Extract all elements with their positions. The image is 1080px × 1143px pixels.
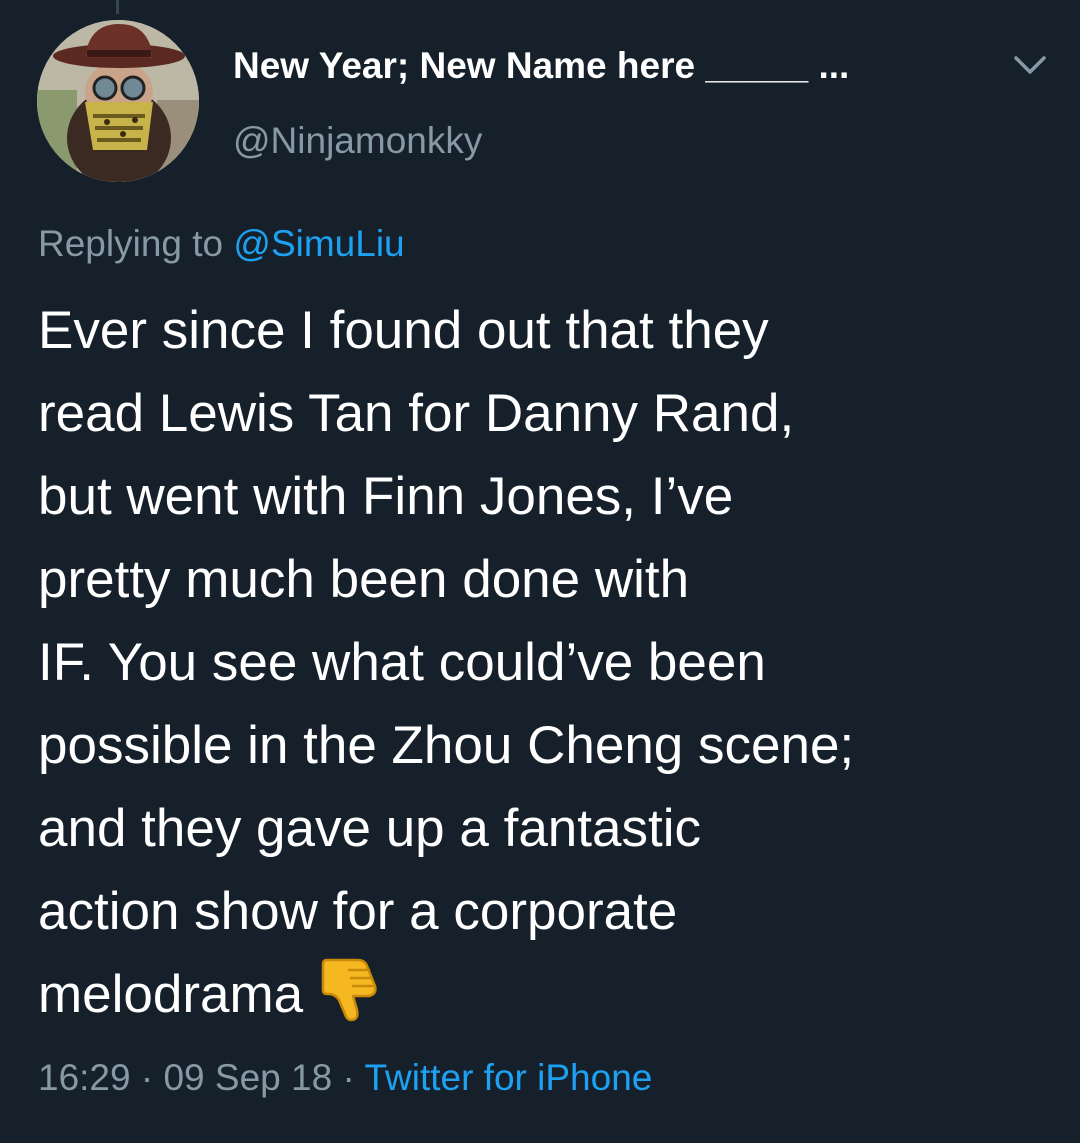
tweet-date: 09 Sep 18 <box>163 1057 333 1098</box>
display-name[interactable]: New Year; New Name here _____ ... <box>233 44 849 88</box>
chevron-down-icon[interactable] <box>1008 48 1052 84</box>
replying-to-mention[interactable]: @SimuLiu <box>233 223 404 264</box>
thread-connector-line <box>116 0 119 14</box>
tweet-text-line: and they gave up a fantastic <box>38 799 701 858</box>
tweet-detail: New Year; New Name here _____ ... @Ninja… <box>0 0 1080 1143</box>
tweet-source-link[interactable]: Twitter for iPhone <box>364 1057 652 1098</box>
meta-separator: · <box>342 1057 355 1098</box>
tweet-text-line: but went with Finn Jones, I’ve <box>38 467 734 526</box>
tweet-text-line: pretty much been done with <box>38 550 690 609</box>
tweet-text-line: action show for a corporate <box>38 882 678 941</box>
tweet-meta: 16:29 · 09 Sep 18 · Twitter for iPhone <box>38 1056 652 1100</box>
avatar-image <box>37 20 199 182</box>
user-handle[interactable]: @Ninjamonkky <box>233 119 482 163</box>
tweet-text-line: read Lewis Tan for Danny Rand, <box>38 384 795 443</box>
tweet-text: Ever since I found out that they read Le… <box>38 289 1058 1036</box>
tweet-time: 16:29 <box>38 1057 131 1098</box>
tweet-text-line: Ever since I found out that they <box>38 301 769 360</box>
meta-separator: · <box>140 1057 154 1098</box>
thumbs-down-icon <box>313 954 383 1024</box>
tweet-text-line: melodrama <box>38 965 304 1024</box>
replying-to: Replying to @SimuLiu <box>38 222 405 266</box>
tweet-text-line: possible in the Zhou Cheng scene; <box>38 716 855 775</box>
replying-to-label: Replying to <box>38 223 224 264</box>
tweet-text-line: IF. You see what could’ve been <box>38 633 766 692</box>
avatar[interactable] <box>37 20 199 182</box>
tweet-text-line-last: melodrama <box>38 953 1058 1036</box>
